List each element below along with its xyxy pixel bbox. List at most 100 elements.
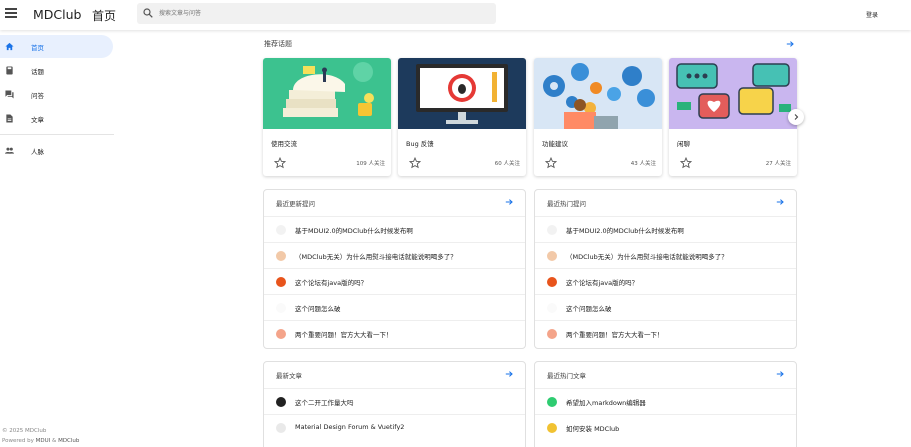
- recent-questions-panel: 最近更新提问 基于MDUI2.0的MDClub什么时候发布啊 （MDClub无关…: [263, 189, 526, 349]
- list-item[interactable]: （MDClub无关）为什么用熨斗接电话就能说明喝多了？: [264, 242, 525, 268]
- avatar: [276, 397, 286, 407]
- topics-next-button[interactable]: [788, 109, 804, 125]
- question-title: 这个问题怎么破: [566, 305, 612, 313]
- sidebar: 首页 话题 问答 文章 人脉 © 2025 MDClub Powered by …: [0, 30, 115, 447]
- list-item[interactable]: 这个问题怎么破: [535, 294, 796, 320]
- follower-count: 27 人关注: [765, 161, 791, 167]
- avatar: [547, 303, 557, 313]
- powered-prefix: Powered by: [2, 438, 36, 444]
- powered-by: Powered by MDUI & MDClub: [2, 438, 79, 444]
- topic-card[interactable]: Bug 反馈 60 人关注: [398, 58, 526, 176]
- sidebar-item-articles[interactable]: 文章: [0, 107, 113, 130]
- topic-card[interactable]: 闲聊 27 人关注: [669, 58, 797, 176]
- panel-title: 最新文章: [276, 372, 302, 380]
- chevron-right-icon: [794, 114, 799, 120]
- app-title[interactable]: MDClub: [33, 7, 81, 22]
- home-icon: [5, 42, 14, 51]
- avatar: [547, 225, 557, 235]
- menu-icon[interactable]: [5, 8, 17, 20]
- login-button[interactable]: 登录: [866, 10, 878, 19]
- topic-name: 闲聊: [677, 140, 690, 148]
- avatar: [547, 397, 557, 407]
- article-title: Material Design Forum & Vuetify2: [295, 423, 405, 431]
- sidebar-item-questions[interactable]: 问答: [0, 83, 113, 106]
- sidebar-item-topics[interactable]: 话题: [0, 59, 113, 82]
- question-title: 这个论坛有java版的吗？: [566, 279, 639, 287]
- topic-name: 功能建议: [542, 140, 568, 148]
- list-item[interactable]: 两个重要问题！官方大大看一下！: [535, 320, 796, 346]
- mdui-link[interactable]: MDUI: [36, 438, 51, 444]
- list-item[interactable]: 基于MDUI2.0的MDClub什么时候发布啊: [535, 216, 796, 242]
- hot-questions-panel: 最近热门提问 基于MDUI2.0的MDClub什么时候发布啊 （MDClub无关…: [534, 189, 797, 349]
- book-icon: [6, 66, 13, 75]
- search-icon: [143, 8, 153, 18]
- follower-count: 60 人关注: [494, 161, 520, 167]
- topic-image-books: [263, 58, 391, 129]
- article-title: 希望加入markdown编辑器: [566, 399, 646, 407]
- follower-count: 43 人关注: [630, 161, 656, 167]
- avatar: [276, 329, 286, 339]
- list-item[interactable]: Material Design Forum & Vuetify2: [264, 414, 525, 440]
- question-title: 这个论坛有java版的吗？: [295, 279, 368, 287]
- copyright-text: © 2025 MDClub: [2, 428, 47, 434]
- sidebar-item-label: 话题: [31, 68, 44, 76]
- star-outline-icon[interactable]: [679, 156, 693, 170]
- question-title: 这个问题怎么破: [295, 305, 341, 313]
- topic-card[interactable]: 使用交流 109 人关注: [263, 58, 391, 176]
- sidebar-item-people[interactable]: 人脉: [0, 139, 113, 162]
- sidebar-item-label: 人脉: [31, 148, 44, 156]
- topics-title: 推荐话题: [264, 40, 292, 48]
- topic-name: Bug 反馈: [406, 140, 434, 148]
- star-outline-icon[interactable]: [273, 156, 287, 170]
- sidebar-divider: [0, 134, 114, 135]
- avatar: [276, 225, 286, 235]
- mdclub-link[interactable]: MDClub: [58, 438, 79, 444]
- list-item[interactable]: 这个问题怎么破: [264, 294, 525, 320]
- avatar: [276, 277, 286, 287]
- star-outline-icon[interactable]: [544, 156, 558, 170]
- avatar: [547, 329, 557, 339]
- list-item[interactable]: （MDClub无关）为什么用熨斗接电话就能说明喝多了？: [535, 242, 796, 268]
- question-title: 基于MDUI2.0的MDClub什么时候发布啊: [566, 227, 684, 235]
- sidebar-item-home[interactable]: 首页: [0, 35, 113, 58]
- list-item[interactable]: 基于MDUI2.0的MDClub什么时候发布啊: [264, 216, 525, 242]
- list-item[interactable]: 希望加入markdown编辑器: [535, 388, 796, 414]
- search-input[interactable]: [159, 5, 479, 22]
- topic-card[interactable]: 功能建议 43 人关注: [534, 58, 662, 176]
- description-icon: [6, 114, 13, 123]
- article-title: 这个二开工作量大吗: [295, 399, 354, 407]
- forum-icon: [5, 90, 14, 99]
- avatar: [276, 423, 286, 433]
- question-title: （MDClub无关）为什么用熨斗接电话就能说明喝多了？: [295, 253, 457, 261]
- panel-title: 最近热门提问: [547, 200, 586, 208]
- topic-name: 使用交流: [271, 140, 297, 148]
- panel-title: 最近更新提问: [276, 200, 315, 208]
- latest-articles-panel: 最新文章 这个二开工作量大吗 Material Design Forum & V…: [263, 361, 526, 447]
- powered-amp: &: [50, 438, 59, 444]
- list-item[interactable]: 这个论坛有java版的吗？: [535, 268, 796, 294]
- people-icon: [5, 147, 14, 154]
- article-title: 如何安装 MDClub: [566, 425, 620, 433]
- arrow-forward-icon[interactable]: [786, 40, 794, 48]
- list-item[interactable]: 这个二开工作量大吗: [264, 388, 525, 414]
- arrow-forward-icon[interactable]: [776, 370, 784, 378]
- page-title: 首页: [92, 9, 117, 23]
- list-item[interactable]: 如何安装 MDClub: [535, 414, 796, 440]
- list-item[interactable]: 两个重要问题！官方大大看一下！: [264, 320, 525, 346]
- question-title: 基于MDUI2.0的MDClub什么时候发布啊: [295, 227, 413, 235]
- sidebar-item-label: 首页: [31, 44, 44, 52]
- arrow-forward-icon[interactable]: [505, 198, 513, 206]
- app-bar: MDClub 首页 登录: [0, 0, 911, 30]
- question-title: 两个重要问题！官方大大看一下！: [295, 331, 393, 339]
- search-box[interactable]: [137, 3, 496, 24]
- avatar: [547, 423, 557, 433]
- star-outline-icon[interactable]: [408, 156, 422, 170]
- sidebar-item-label: 问答: [31, 92, 44, 100]
- arrow-forward-icon[interactable]: [505, 370, 513, 378]
- arrow-forward-icon[interactable]: [776, 198, 784, 206]
- avatar: [276, 303, 286, 313]
- list-item[interactable]: 这个论坛有java版的吗？: [264, 268, 525, 294]
- topic-image-gears: [534, 58, 662, 129]
- avatar: [547, 251, 557, 261]
- avatar: [276, 251, 286, 261]
